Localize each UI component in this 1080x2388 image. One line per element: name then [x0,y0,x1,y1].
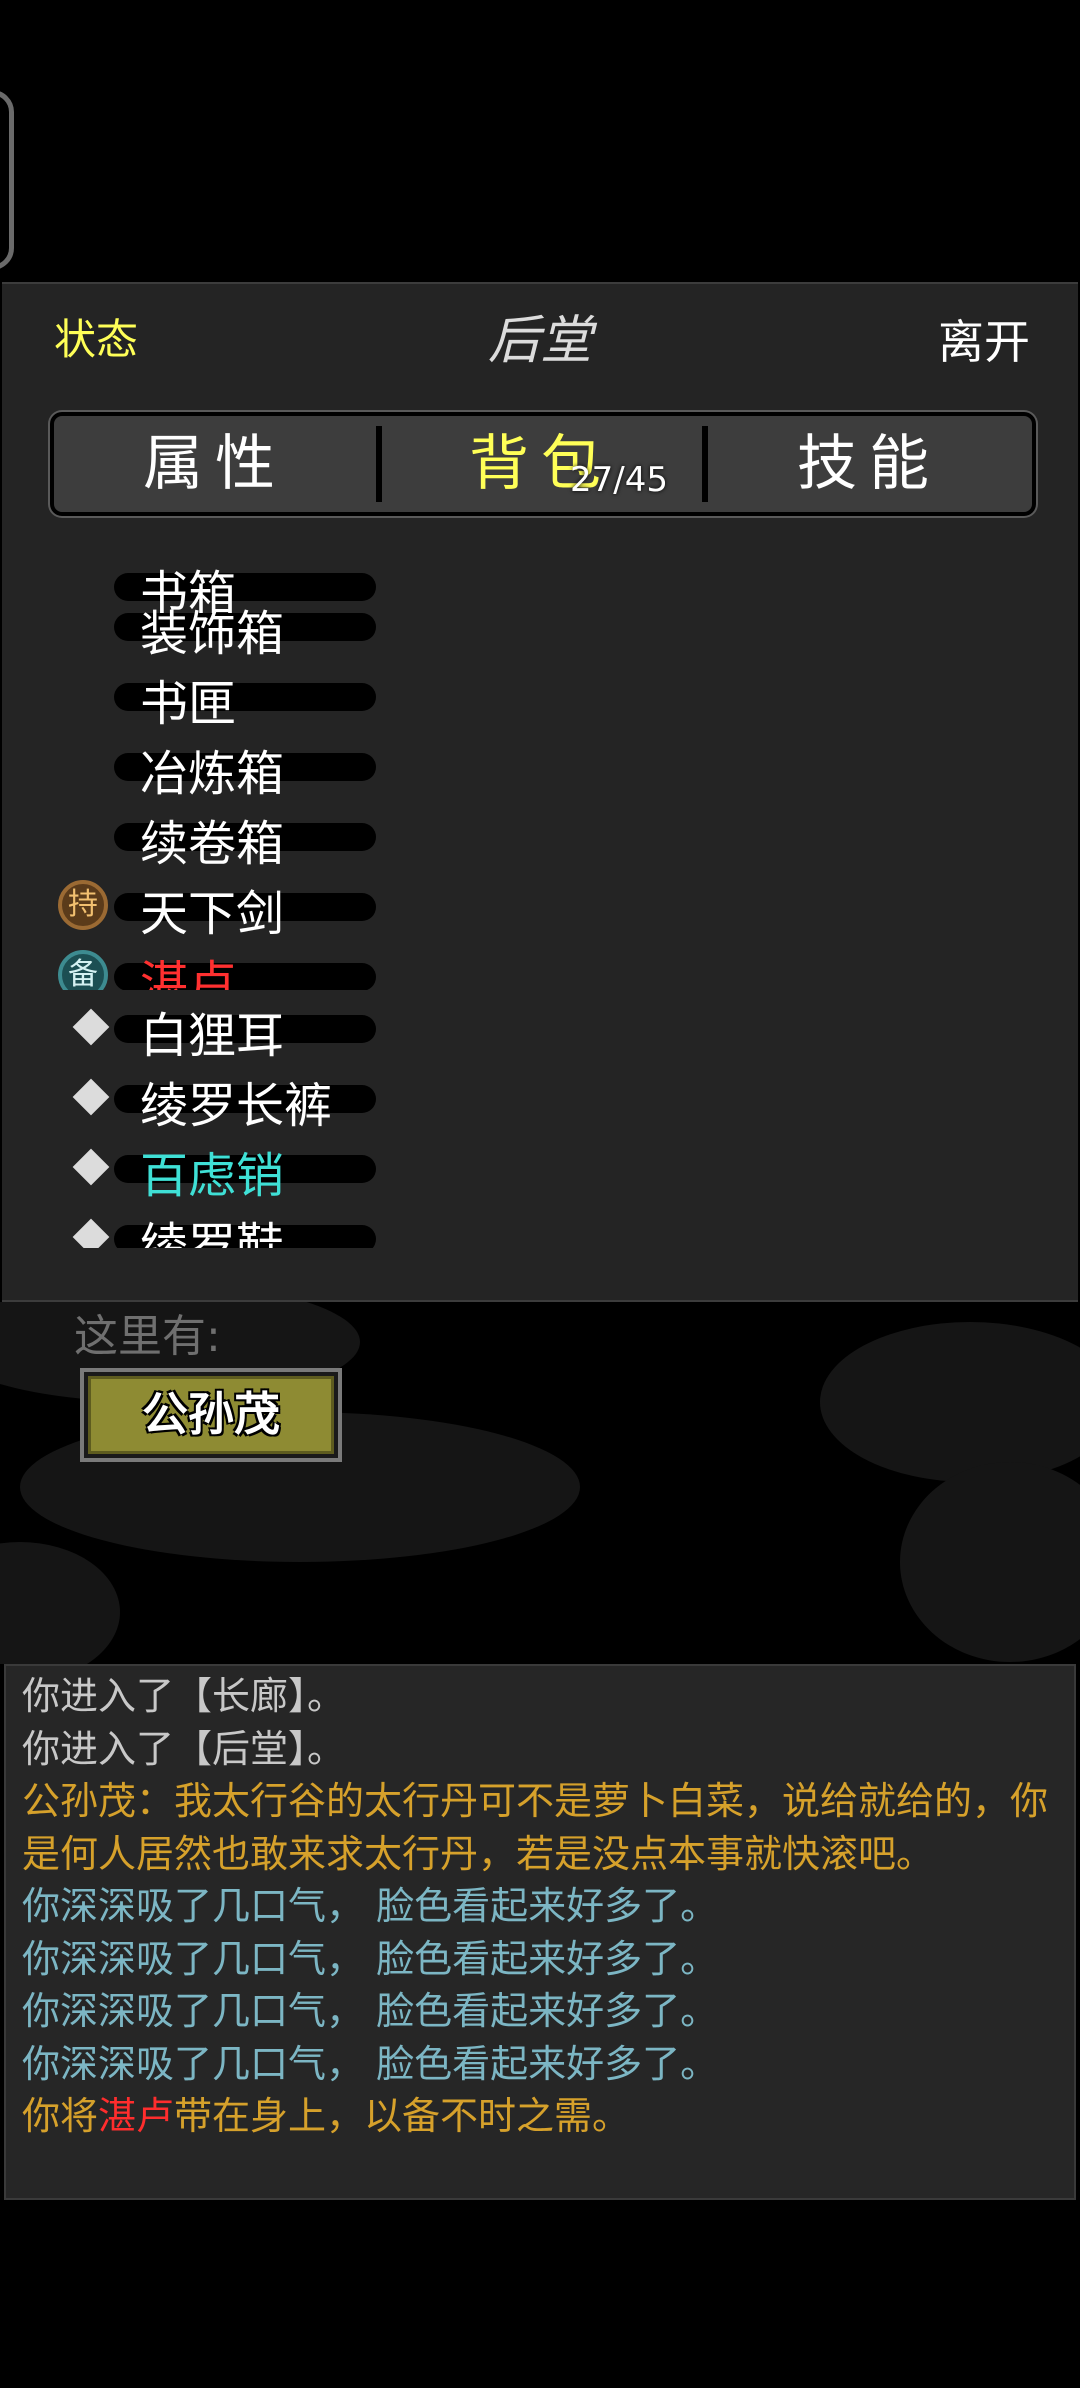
inventory-list-cont[interactable]: 绫罗长裤 百虑销 绫罗鞋 [2,1060,1078,1300]
log-line: 你深深吸了几口气， 脸色看起来好多了。 [22,1884,719,1928]
diamond-icon [72,1008,110,1046]
inventory-list[interactable]: 书箱 装饰箱 书匣 冶炼箱 续卷箱 持 天下剑 备 湛卢 [2,566,1078,990]
inventory-item[interactable]: 持 天下剑 [2,868,522,942]
scene-area: 这里有: 公孙茂 [0,1302,1080,1664]
item-label: 绫罗鞋 [140,1218,285,1248]
inventory-item[interactable]: 白狸耳 [2,990,522,1064]
inventory-panel: 状态 后堂 离开 属性 背包 27/45 技能 书箱 装饰箱 书匣 冶炼箱 续卷… [2,282,1078,1302]
item-label: 百虑销 [140,1148,285,1204]
inventory-item[interactable]: 百虑销 [2,1130,522,1204]
location-title: 后堂 [487,311,592,371]
inventory-item[interactable]: 装饰箱 [2,588,522,662]
item-label: 冶炼箱 [140,746,285,802]
item-label: 装饰箱 [140,606,285,662]
npc-name: 公孙茂 [88,1376,334,1454]
diamond-icon [72,1218,110,1248]
item-label: 湛卢 [140,956,237,990]
inventory-item[interactable]: 绫罗鞋 [2,1200,522,1248]
log-line: 你将湛卢带在身上，以备不时之需。 [22,2090,1058,2143]
log-item-name: 湛卢 [98,2094,175,2138]
message-log: 你进入了【长廊】。 你进入了【后堂】。 公孙茂：我太行谷的太行丹可不是萝卜白菜，… [4,1664,1076,2200]
log-line: 你深深吸了几口气， 脸色看起来好多了。 [22,1989,719,2033]
inventory-item[interactable]: 冶炼箱 [2,728,522,802]
tab-skills[interactable]: 技能 [706,416,1032,512]
log-text: 带在身上，以备不时之需。 [174,2094,631,2138]
inventory-item[interactable]: 绫罗长裤 [2,1060,522,1134]
side-drawer-handle[interactable] [0,90,14,270]
inventory-item[interactable]: 续卷箱 [2,798,522,872]
diamond-icon [72,1078,110,1116]
npc-button[interactable]: 公孙茂 [80,1368,342,1462]
inventory-item[interactable]: 备 湛卢 [2,938,522,990]
log-line: 你深深吸了几口气， 脸色看起来好多了。 [22,2041,719,2086]
item-label: 绫罗长裤 [140,1078,333,1134]
log-line: 公孙茂：我太行谷的太行丹可不是萝卜白菜，说给就给的，你是何人居然也敢来求太行丹，… [22,1779,1049,1876]
item-label: 天下剑 [140,886,285,942]
reserve-badge-icon: 备 [58,950,108,990]
tab-bar: 属性 背包 27/45 技能 [50,412,1036,516]
leave-button[interactable]: 离开 [938,306,1030,372]
item-label: 续卷箱 [140,816,285,872]
tab-attributes[interactable]: 属性 [54,416,376,512]
inventory-item[interactable]: 书匣 [2,658,522,732]
backpack-count: 27/45 [570,460,668,500]
item-label: 书匣 [140,676,237,732]
item-label: 白狸耳 [140,1008,285,1064]
here-label: 这里有: [74,1311,221,1362]
log-line: 你进入了【长廊】。 [22,1674,346,1718]
log-line: 你进入了【后堂】。 [22,1726,346,1771]
diamond-icon [72,1148,110,1186]
equipped-badge-icon: 持 [58,880,108,930]
log-line: 你深深吸了几口气， 脸色看起来好多了。 [22,1936,719,1981]
log-text: 你将 [22,2094,99,2138]
